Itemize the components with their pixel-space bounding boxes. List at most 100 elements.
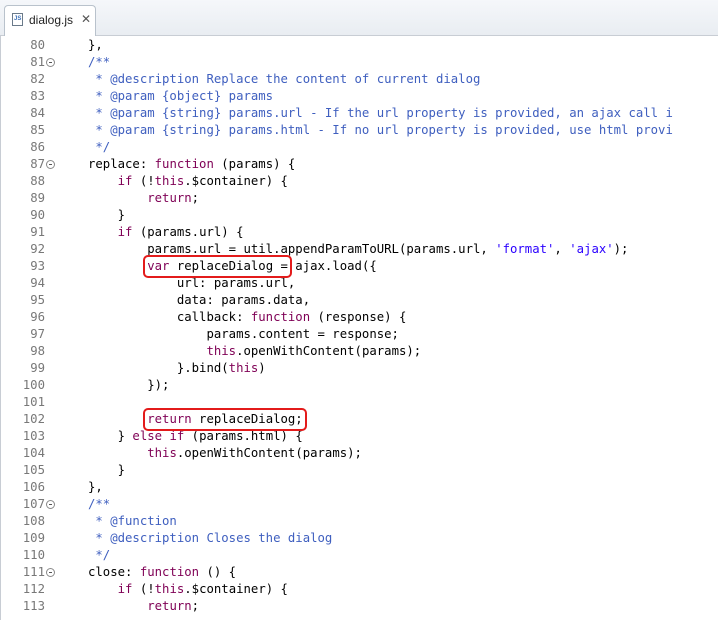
code-line[interactable]: 84 * @param {string} params.url - If the… bbox=[1, 105, 718, 122]
code-line[interactable]: 88 if (!this.$container) { bbox=[1, 173, 718, 190]
tab-dialog-js[interactable]: dialog.js ✕ bbox=[4, 5, 96, 36]
code-line[interactable]: 86 */ bbox=[1, 139, 718, 156]
close-icon[interactable]: ✕ bbox=[81, 12, 91, 26]
code-line[interactable]: 111 close: function () { bbox=[1, 564, 718, 581]
code-token: return bbox=[147, 599, 192, 613]
code-token: replace: bbox=[88, 157, 155, 171]
code-text: /** bbox=[88, 54, 110, 71]
code-text: params.content = response; bbox=[88, 326, 399, 343]
code-line[interactable]: 99 }.bind(this) bbox=[1, 360, 718, 377]
code-text: }, bbox=[88, 37, 103, 54]
code-line[interactable]: 108 * @function bbox=[1, 513, 718, 530]
code-token: 'format' bbox=[495, 242, 555, 256]
code-line[interactable]: 83 * @param {object} params bbox=[1, 88, 718, 105]
code-line[interactable]: 104 this.openWithContent(params); bbox=[1, 445, 718, 462]
js-file-icon bbox=[12, 13, 23, 26]
line-number: 83 bbox=[30, 89, 45, 103]
code-text: * @description Closes the dialog bbox=[88, 530, 332, 547]
code-line[interactable]: 82 * @description Replace the content of… bbox=[1, 71, 718, 88]
fold-toggle-icon[interactable] bbox=[46, 160, 55, 169]
line-number: 103 bbox=[22, 429, 45, 443]
code-line[interactable]: 94 url: params.url, bbox=[1, 275, 718, 292]
code-line[interactable]: 90 } bbox=[1, 207, 718, 224]
code-text: if (params.url) { bbox=[88, 224, 244, 241]
code-token: , bbox=[554, 242, 570, 256]
line-number: 82 bbox=[30, 72, 45, 86]
code-line[interactable]: 87 replace: function (params) { bbox=[1, 156, 718, 173]
fold-toggle-icon[interactable] bbox=[46, 58, 55, 67]
line-number: 80 bbox=[30, 38, 45, 52]
line-number: 90 bbox=[30, 208, 45, 222]
code-line[interactable]: 113 return; bbox=[1, 598, 718, 615]
code-token: } bbox=[88, 429, 133, 443]
line-number: 85 bbox=[30, 123, 45, 137]
code-line[interactable]: 112 if (!this.$container) { bbox=[1, 581, 718, 598]
code-text: * @function bbox=[88, 513, 176, 530]
code-line[interactable]: 107 /** bbox=[1, 496, 718, 513]
fold-toggle-icon[interactable] bbox=[46, 500, 55, 509]
fold-toggle-icon[interactable] bbox=[46, 568, 55, 577]
code-text: */ bbox=[88, 139, 110, 156]
code-text: }); bbox=[88, 377, 169, 394]
code-line[interactable]: 106}, bbox=[1, 479, 718, 496]
code-token: }, bbox=[88, 480, 103, 494]
tab-label: dialog.js bbox=[29, 13, 74, 27]
code-line[interactable]: 98 this.openWithContent(params); bbox=[1, 343, 718, 360]
code-token: ; bbox=[191, 191, 200, 205]
code-token: function bbox=[154, 157, 214, 171]
code-line[interactable]: 85 * @param {string} params.html - If no… bbox=[1, 122, 718, 139]
line-number: 100 bbox=[22, 378, 45, 392]
code-token: (params) { bbox=[213, 157, 296, 171]
code-token: function bbox=[250, 310, 311, 324]
code-token: * @param {string} params.url - If the ur… bbox=[88, 106, 673, 120]
line-number: 86 bbox=[30, 140, 45, 154]
code-token: (params.html) { bbox=[184, 429, 303, 443]
code-line[interactable]: 81 /** bbox=[1, 54, 718, 71]
code-token: if bbox=[117, 174, 133, 188]
line-number: 101 bbox=[22, 395, 45, 409]
line-number: 102 bbox=[22, 412, 45, 426]
code-token: (! bbox=[132, 582, 155, 596]
code-line[interactable]: 80}, bbox=[1, 37, 718, 54]
code-token: callback: bbox=[88, 310, 251, 324]
code-line[interactable]: 92 params.url = util.appendParamToURL(pa… bbox=[1, 241, 718, 258]
code-text: data: params.data, bbox=[88, 292, 310, 309]
code-token: else bbox=[132, 429, 163, 443]
code-editor[interactable]: 80}, 81/** 82 * @description Replace the c… bbox=[0, 36, 718, 620]
code-token: 'ajax' bbox=[569, 242, 614, 256]
code-token: if bbox=[117, 225, 133, 239]
code-line[interactable]: 97 params.content = response; bbox=[1, 326, 718, 343]
code-line[interactable]: 105 } bbox=[1, 462, 718, 479]
code-line[interactable]: 100 }); bbox=[1, 377, 718, 394]
code-token: .openWithContent(params); bbox=[176, 446, 362, 460]
code-token: data: params.data, bbox=[88, 293, 311, 307]
line-number: 99 bbox=[30, 361, 45, 375]
code-line[interactable]: 110 */ bbox=[1, 547, 718, 564]
code-text: return; bbox=[88, 190, 199, 207]
line-number: 81 bbox=[30, 55, 45, 69]
code-line[interactable]: 109 * @description Closes the dialog bbox=[1, 530, 718, 547]
code-token: .$container) { bbox=[184, 582, 288, 596]
code-text: } bbox=[88, 462, 125, 479]
code-line[interactable]: 96 callback: function (response) { bbox=[1, 309, 718, 326]
line-number: 96 bbox=[30, 310, 45, 324]
code-token: /** bbox=[88, 497, 111, 511]
code-text: this.openWithContent(params); bbox=[88, 445, 362, 462]
code-line[interactable]: 101 bbox=[1, 394, 718, 411]
code-line[interactable]: 102 return replaceDialog; bbox=[1, 411, 718, 428]
line-number: 106 bbox=[22, 480, 45, 494]
code-token: this bbox=[147, 446, 177, 460]
line-number: 95 bbox=[30, 293, 45, 307]
code-token: */ bbox=[88, 140, 111, 154]
code-line[interactable]: 95 data: params.data, bbox=[1, 292, 718, 309]
code-line[interactable]: 89 return; bbox=[1, 190, 718, 207]
code-line[interactable]: 91 if (params.url) { bbox=[1, 224, 718, 241]
line-number: 84 bbox=[30, 106, 45, 120]
code-token: if bbox=[169, 429, 185, 443]
code-line[interactable]: 93 var replaceDialog = ajax.load({ bbox=[1, 258, 718, 275]
line-number: 111 bbox=[22, 565, 45, 579]
code-line[interactable]: 103 } else if (params.html) { bbox=[1, 428, 718, 445]
